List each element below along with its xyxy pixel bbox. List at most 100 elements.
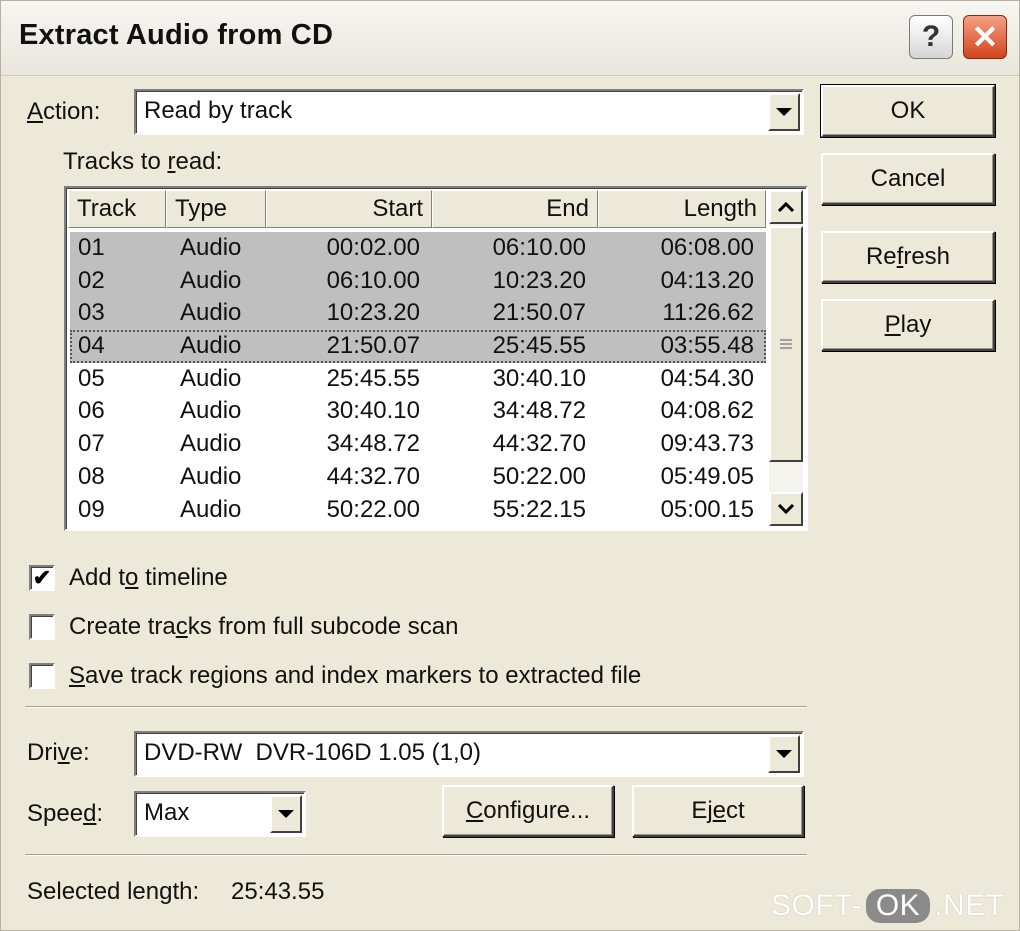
drive-label: Drive: [27, 739, 90, 766]
drive-dropdown[interactable]: DVD-RW DVR-106D 1.05 (1,0) [134, 731, 804, 777]
tracks-rows: 01 Audio 00:02.00 06:10.00 06:08.00 02 Audio 06… [70, 232, 766, 526]
selected-length-value: 25:43.55 [231, 878, 325, 905]
table-row[interactable]: 09 Audio 50:22.00 55:22.15 05:00.15 [70, 494, 766, 527]
cell-start: 34:48.72 [326, 430, 420, 458]
close-button[interactable]: ✕ [963, 15, 1007, 59]
chevron-down-icon [776, 108, 792, 116]
cell-length: 04:08.62 [660, 397, 754, 425]
cell-end: 30:40.10 [492, 364, 586, 392]
save-track-regions-label[interactable]: Save track regions and index markers to … [69, 662, 641, 690]
eject-button[interactable]: Ej e ct [632, 785, 804, 837]
extract-audio-dialog: Extract Audio from CD ? ✕ Action: Read b… [0, 0, 1020, 931]
close-icon: ✕ [971, 19, 999, 55]
chevron-down-icon [776, 750, 792, 758]
column-header-track[interactable]: Track [68, 190, 166, 228]
column-header-end[interactable]: End [432, 190, 598, 228]
speed-dropdown[interactable]: Max [134, 791, 306, 837]
table-row[interactable]: 08 Audio 44:32.70 50:22.00 05:49.05 [70, 461, 766, 494]
column-header-type[interactable]: Type [166, 190, 266, 228]
cell-end: 55:22.15 [492, 495, 586, 523]
full-subcode-scan-checkbox[interactable] [29, 614, 55, 640]
help-button[interactable]: ? [909, 15, 953, 59]
cell-length: 05:00.15 [660, 495, 754, 523]
cell-length: 03:55.48 [660, 332, 754, 360]
cell-length: 04:54.30 [660, 364, 754, 392]
separator [25, 706, 807, 708]
column-header-length[interactable]: Length [598, 190, 766, 228]
cell-end: 50:22.00 [492, 462, 586, 490]
tracks-scrollbar[interactable] [769, 190, 803, 526]
full-subcode-scan-label[interactable]: Create tracks from full subcode scan [69, 613, 459, 641]
refresh-button[interactable]: Re f resh [821, 231, 995, 283]
scroll-thumb[interactable] [769, 226, 803, 462]
cell-length: 05:49.05 [660, 462, 754, 490]
table-row[interactable]: 06 Audio 30:40.10 34:48.72 04:08.62 [70, 395, 766, 428]
table-row[interactable]: 01 Audio 00:02.00 06:10.00 06:08.00 [70, 232, 766, 265]
selected-length-label: Selected length: [27, 878, 200, 905]
cell-start: 10:23.20 [326, 299, 420, 327]
cell-type: Audio [180, 364, 242, 392]
speed-value: Max [144, 799, 190, 826]
watermark: SOFT- OK .NET [771, 889, 1005, 923]
add-to-timeline-label[interactable]: Add to timeline [69, 564, 228, 592]
configure-button[interactable]: Configure... [442, 785, 614, 837]
table-row[interactable]: 02 Audio 06:10.00 10:23.20 04:13.20 [70, 264, 766, 298]
tracks-list[interactable]: Track Type Start End Length 01 Audio 00:02… [64, 186, 808, 531]
cell-start: 06:10.00 [326, 266, 420, 294]
chevron-up-icon [778, 202, 794, 212]
table-row[interactable]: 03 Audio 10:23.20 21:50.07 11:26.62 [70, 297, 766, 331]
grip-icon [780, 339, 792, 349]
cell-track: 07 [78, 430, 105, 458]
drive-dropdown-arrow[interactable] [768, 735, 800, 773]
add-to-timeline-checkbox[interactable]: ✔ [29, 565, 55, 591]
cell-start: 30:40.10 [326, 397, 420, 425]
cell-start: 50:22.00 [326, 495, 420, 523]
table-row[interactable]: 07 Audio 34:48.72 44:32.70 09:43.73 [70, 428, 766, 461]
ok-button[interactable]: OK [820, 84, 996, 138]
cell-type: Audio [180, 495, 242, 523]
play-button[interactable]: Play [821, 299, 995, 351]
cell-track: 01 [78, 234, 105, 261]
action-label: Action: [27, 98, 101, 125]
help-icon: ? [921, 20, 941, 53]
scroll-down-button[interactable] [769, 492, 803, 526]
cancel-button[interactable]: Cancel [821, 153, 995, 205]
speed-dropdown-arrow[interactable] [270, 795, 302, 833]
table-row[interactable]: 04 Audio 21:50.07 25:45.55 03:55.48 [70, 330, 766, 363]
speed-label: Speed: [27, 800, 104, 827]
title-bar[interactable]: Extract Audio from CD ? ✕ [1, 1, 1019, 76]
action-value: Read by track [144, 97, 293, 124]
column-header-start[interactable]: Start [266, 190, 432, 228]
cell-track: 04 [78, 332, 105, 360]
cell-track: 05 [78, 364, 105, 392]
cell-type: Audio [180, 234, 242, 261]
action-dropdown[interactable]: Read by track [134, 89, 804, 135]
scroll-up-button[interactable] [769, 190, 803, 224]
cell-end: 10:23.20 [492, 266, 586, 294]
cell-end: 34:48.72 [492, 397, 586, 425]
cell-track: 02 [78, 266, 105, 294]
cell-length: 11:26.62 [662, 299, 754, 327]
cell-track: 09 [78, 495, 105, 523]
cell-length: 09:43.73 [660, 430, 754, 458]
cell-track: 08 [78, 462, 105, 490]
cell-start: 44:32.70 [326, 462, 420, 490]
save-track-regions-checkbox[interactable] [29, 663, 55, 689]
cell-end: 44:32.70 [492, 430, 586, 458]
cell-type: Audio [180, 299, 242, 327]
cell-track: 06 [78, 397, 105, 425]
cell-track: 03 [78, 299, 105, 327]
separator [25, 854, 807, 856]
table-row[interactable]: 05 Audio 25:45.55 30:40.10 04:54.30 [70, 363, 766, 396]
cell-start: 21:50.07 [326, 332, 420, 360]
action-dropdown-arrow[interactable] [768, 93, 800, 131]
chevron-down-icon [278, 810, 294, 818]
cell-type: Audio [180, 397, 242, 425]
drive-value: DVD-RW DVR-106D 1.05 (1,0) [144, 739, 481, 766]
cell-start: 00:02.00 [326, 234, 420, 261]
checkmark-icon: ✔ [32, 565, 52, 590]
tracks-label: Tracks to read: [63, 148, 223, 175]
cell-end: 25:45.55 [492, 332, 586, 360]
cell-type: Audio [180, 430, 242, 458]
cell-type: Audio [180, 462, 242, 490]
